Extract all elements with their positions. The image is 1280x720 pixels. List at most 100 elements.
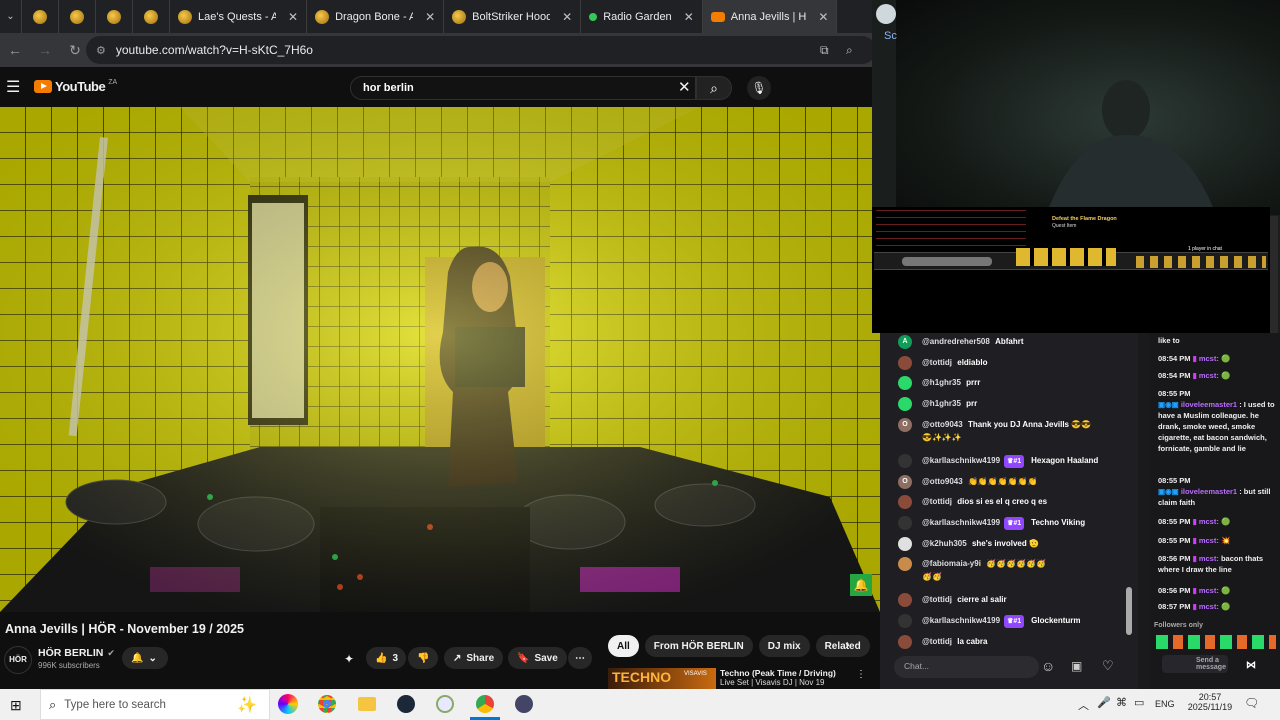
channel-avatar[interactable]: HÖR bbox=[4, 646, 32, 674]
search-button[interactable]: ⌕ bbox=[696, 76, 732, 100]
close-tab-icon[interactable]: ✕ bbox=[818, 10, 828, 24]
twitch-emote-row[interactable] bbox=[1156, 635, 1276, 649]
youtube-logo[interactable]: YouTube ZA bbox=[34, 79, 117, 94]
chat-scrollbar[interactable] bbox=[1126, 587, 1132, 635]
notification-center-icon[interactable]: 🗨 bbox=[1244, 696, 1259, 710]
browser-tab[interactable] bbox=[96, 0, 133, 33]
address-bar[interactable]: ⚙ youtube.com/watch?v=H-sKtC_7H6o ⧉ ⌕ bbox=[86, 36, 876, 64]
close-tab-icon[interactable]: ✕ bbox=[425, 10, 435, 24]
chat-avatar[interactable] bbox=[898, 453, 912, 468]
close-tab-icon[interactable]: ✕ bbox=[562, 10, 572, 24]
voice-search-icon[interactable]: 🎙 bbox=[747, 76, 771, 100]
channel-name[interactable]: HÖR BERLIN bbox=[38, 647, 103, 659]
chat-avatar[interactable] bbox=[898, 397, 912, 412]
language-indicator[interactable]: ENG bbox=[1155, 699, 1175, 709]
tray-chevron-icon[interactable]: ︿ bbox=[1078, 697, 1089, 713]
share-network-icon[interactable]: ⋈ bbox=[1246, 660, 1256, 671]
browser-tab[interactable]: Lae's Quests - AQ ✕ bbox=[170, 0, 308, 33]
share-button[interactable]: ↗ Share bbox=[444, 647, 504, 669]
copilot-icon[interactable] bbox=[278, 694, 298, 714]
msg-nick[interactable]: mcst: bbox=[1199, 586, 1219, 595]
chat-username[interactable]: @karllaschnikw4199 ♛#1 Techno Viking bbox=[922, 516, 1085, 530]
chat-username[interactable]: @otto9043 👏👏👏👏👏👏👏 bbox=[922, 475, 1038, 488]
msg-nick[interactable]: mcst: bbox=[1199, 554, 1219, 563]
chat-avatar[interactable] bbox=[898, 536, 912, 551]
chat-username[interactable]: @andredreher508 Abfahrt bbox=[922, 335, 1024, 348]
chat-avatar[interactable] bbox=[898, 593, 912, 608]
chip-1[interactable]: From HÖR BERLIN bbox=[644, 635, 753, 657]
rec-thumbnail[interactable]: TECHNO VISAVIS bbox=[608, 668, 716, 689]
chat-avatar[interactable] bbox=[898, 557, 912, 572]
more-actions-button[interactable]: ⋯ bbox=[568, 647, 592, 669]
chat-avatar[interactable] bbox=[898, 634, 912, 649]
tab-list-chevron[interactable]: ⌄ bbox=[0, 0, 22, 33]
msg-nick[interactable]: mcst: bbox=[1199, 371, 1219, 380]
search-input[interactable]: hor berlin bbox=[350, 76, 696, 100]
app-icon-2[interactable] bbox=[515, 695, 533, 713]
chat-username[interactable]: @k2huh305 she's involved 🫡 bbox=[922, 537, 1039, 550]
chevron-right-icon[interactable]: › bbox=[845, 636, 850, 652]
chat-username[interactable]: @karllaschnikw4199 ♛#1 Hexagon Haaland bbox=[922, 454, 1098, 468]
msg-nick[interactable]: mcst: bbox=[1199, 517, 1219, 526]
save-button[interactable]: 🔖 Save bbox=[508, 647, 567, 669]
chat-username[interactable]: @h1ghr35 prrr bbox=[922, 376, 980, 389]
browser-tab[interactable] bbox=[133, 0, 170, 33]
super-chat-icon[interactable]: ▣ bbox=[1071, 659, 1082, 673]
app-avatar[interactable] bbox=[876, 4, 896, 24]
heart-icon[interactable]: ♡ bbox=[1102, 658, 1114, 674]
taskbar-search[interactable]: ⌕ Type here to search ✨ bbox=[40, 689, 270, 720]
chat-avatar[interactable]: O bbox=[898, 474, 912, 489]
clear-search-icon[interactable]: ✕ bbox=[678, 78, 691, 96]
chat-username[interactable]: @tottidj dios si es el q creo q es bbox=[922, 495, 1047, 508]
browser-tab[interactable]: Anna Jevills | H ✕ bbox=[702, 0, 838, 33]
chrome-icon[interactable] bbox=[318, 695, 336, 713]
cast-icon[interactable]: ⧉ bbox=[820, 43, 829, 58]
chat-username[interactable]: @tottidj cierre al salir bbox=[922, 593, 1007, 606]
rec-more-icon[interactable]: ⋮ bbox=[856, 669, 866, 680]
send-message-input[interactable]: Send a message bbox=[1162, 655, 1228, 673]
clock[interactable]: 20:57 2025/11/19 bbox=[1182, 692, 1238, 712]
msg-nick[interactable]: mcst: bbox=[1199, 536, 1219, 545]
msg-nick[interactable]: mcst: bbox=[1199, 354, 1219, 363]
chat-username[interactable]: @otto9043 Thank you DJ Anna Jevills 😎😎 😎✨… bbox=[922, 418, 1091, 444]
zoom-icon[interactable]: ⌕ bbox=[846, 43, 853, 58]
rec-title[interactable]: Techno (Peak Time / Driving) bbox=[720, 668, 850, 678]
subscribed-button[interactable]: 🔔 ⌄ bbox=[122, 647, 168, 669]
chat-username[interactable]: @tottidj la cabra bbox=[922, 635, 988, 648]
chat-username[interactable]: @tottidj eldiablo bbox=[922, 356, 987, 369]
browser-tab[interactable] bbox=[59, 0, 96, 33]
chrome-active-icon[interactable] bbox=[476, 695, 494, 713]
join-icon[interactable]: ✦ bbox=[344, 652, 354, 666]
notification-bell-icon[interactable]: 🔔 bbox=[850, 574, 872, 596]
chat-username[interactable]: @fabiomaia-y9i 🥳🥳🥳🥳🥳🥳 🥳🥳 bbox=[922, 557, 1046, 583]
close-tab-icon[interactable]: ✕ bbox=[684, 10, 694, 24]
network-icon[interactable]: ⌘ bbox=[1116, 696, 1127, 709]
windows-start-icon[interactable]: ⊞ bbox=[10, 697, 22, 714]
menu-icon[interactable]: ☰ bbox=[6, 77, 20, 97]
chat-avatar[interactable]: O bbox=[898, 417, 912, 432]
chat-username[interactable]: @karllaschnikw4199 ♛#1 Glockenturm bbox=[922, 614, 1081, 628]
chip-0[interactable]: All bbox=[608, 635, 639, 657]
msg-nick[interactable]: iloveleemaster1 bbox=[1181, 487, 1237, 496]
game-toolbar-icons[interactable] bbox=[1136, 256, 1266, 268]
like-button[interactable]: 👍 3 bbox=[366, 647, 406, 669]
chat-avatar[interactable] bbox=[898, 614, 912, 628]
browser-tab[interactable]: Dragon Bone - AQ ✕ bbox=[307, 0, 445, 33]
msg-nick[interactable]: iloveleemaster1 bbox=[1181, 400, 1237, 409]
overlay-scrollbar[interactable] bbox=[1270, 216, 1278, 333]
msg-nick[interactable]: mcst: bbox=[1199, 602, 1219, 611]
chat-avatar[interactable] bbox=[898, 495, 912, 510]
browser-tab[interactable] bbox=[22, 0, 59, 33]
steam-icon[interactable] bbox=[397, 695, 415, 713]
chat-username[interactable]: @h1ghr35 prr bbox=[922, 397, 977, 410]
forward-button[interactable]: → bbox=[30, 42, 60, 58]
app-icon-1[interactable] bbox=[436, 695, 454, 713]
game-chat-input[interactable] bbox=[902, 257, 992, 266]
chip-3[interactable]: Related bbox=[815, 635, 870, 657]
game-loot-icons[interactable] bbox=[1016, 248, 1116, 266]
chat-input[interactable]: Chat... bbox=[894, 656, 1039, 678]
video-player[interactable]: 🔔 bbox=[0, 107, 880, 612]
chat-avatar[interactable] bbox=[898, 376, 912, 391]
emoji-icon[interactable]: ☺ bbox=[1041, 658, 1055, 674]
chat-avatar[interactable] bbox=[898, 355, 912, 370]
